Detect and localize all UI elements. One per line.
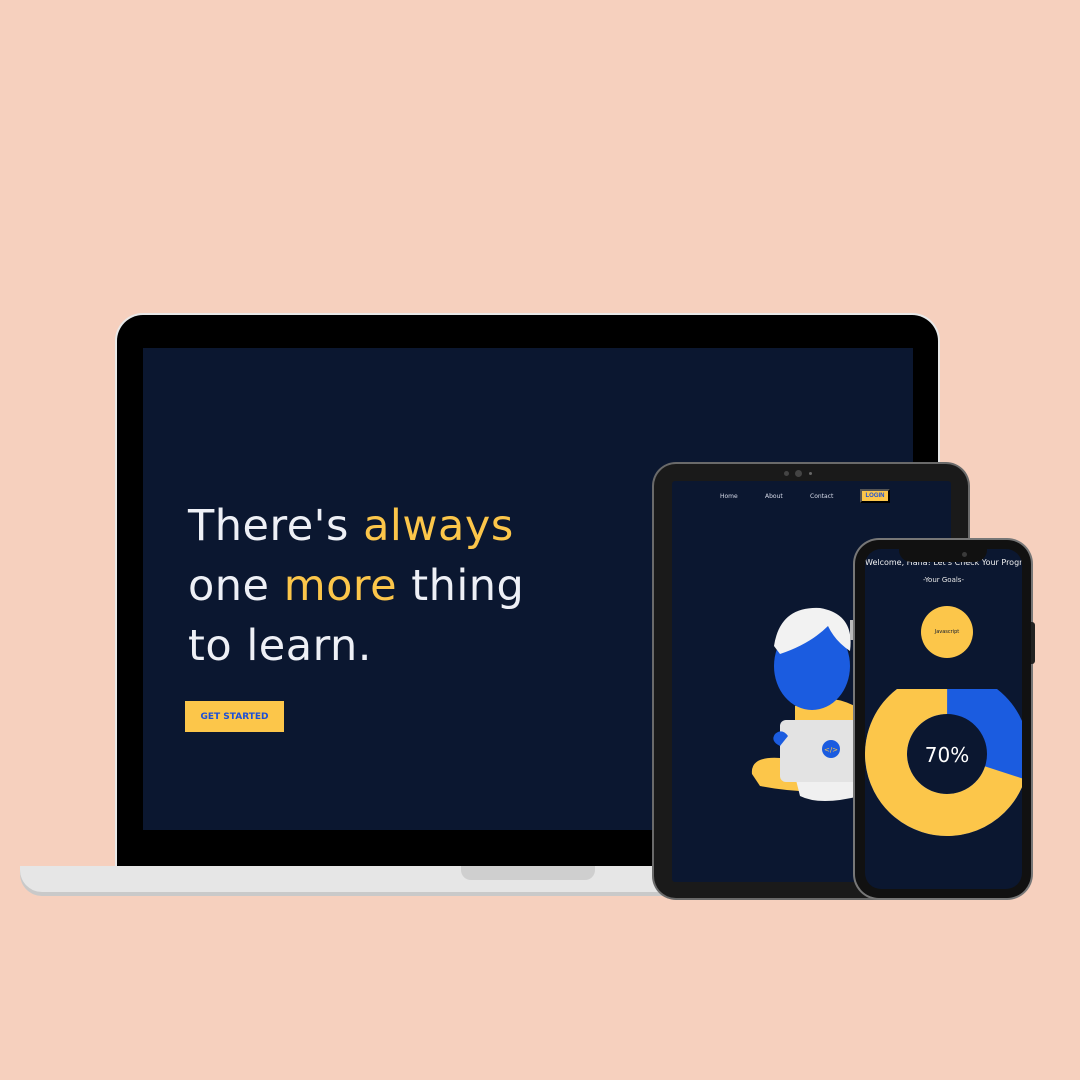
- tablet-sensor-icon: [784, 471, 789, 476]
- progress-donut-chart: [865, 689, 1022, 836]
- login-button[interactable]: LOGIN: [860, 489, 890, 503]
- headline-text: one: [188, 561, 284, 611]
- phone-side-button: [1031, 622, 1035, 664]
- headline-accent-always: always: [363, 501, 514, 551]
- nav-link-home[interactable]: Home: [720, 493, 738, 500]
- goals-title: -Your Goals-: [923, 576, 964, 584]
- nav-link-about[interactable]: About: [765, 493, 783, 500]
- laptop-trackpad-notch: [461, 866, 595, 880]
- headline-text: thing: [397, 561, 525, 611]
- code-icon-label: </>: [824, 746, 838, 754]
- illustration-laptop: [780, 720, 860, 782]
- get-started-button[interactable]: GET STARTED: [185, 701, 284, 732]
- headline-text: There's: [188, 501, 364, 551]
- phone-camera-icon: [962, 552, 967, 557]
- goal-label: Javascript: [934, 629, 960, 635]
- headline-text: to learn.: [188, 621, 372, 671]
- tablet-light-icon: [809, 472, 812, 475]
- headline-accent-more: more: [283, 561, 398, 611]
- phone-screen: Welcome, Hana! Let's Check Your Progress…: [865, 549, 1022, 889]
- hero-headline: There's always one more thing to learn.: [188, 496, 524, 676]
- nav-link-contact[interactable]: Contact: [810, 493, 833, 500]
- phone-notch: [899, 545, 987, 562]
- tablet-camera-icon: [795, 470, 802, 477]
- goal-javascript-badge[interactable]: Javascript: [921, 606, 973, 658]
- progress-percent-label: 70%: [924, 743, 970, 767]
